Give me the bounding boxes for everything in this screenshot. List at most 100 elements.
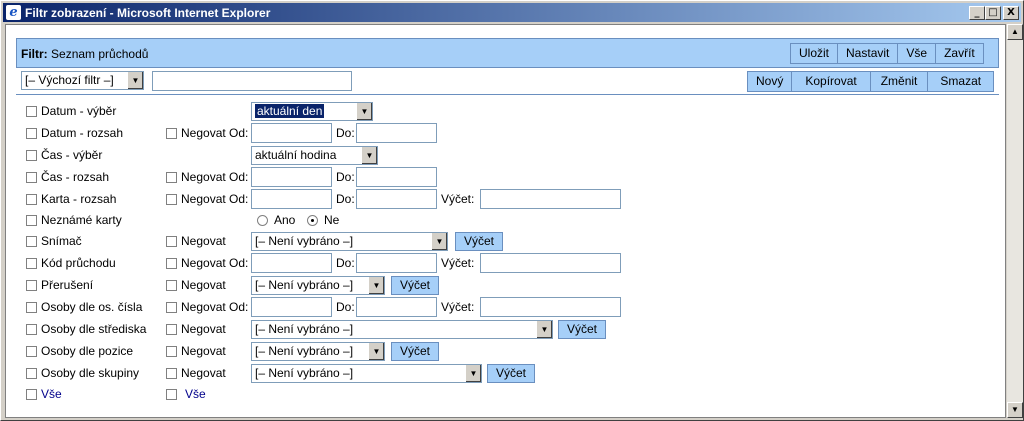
row-checkbox-osoby-cislo[interactable] [26,302,37,313]
new-button[interactable]: Nový [747,71,793,92]
negate-checkbox[interactable] [166,346,177,357]
date-select[interactable]: aktuální den ▼ [251,102,373,121]
row-label: Čas - rozsah [41,170,110,184]
page-content: Filtr: Seznam průchodů Uložit Nastavit V… [5,24,1006,418]
interruption-enum-button[interactable]: Výčet [391,276,440,295]
card-from-input[interactable] [251,189,332,209]
negate-from-label: Negovat Od: [181,300,249,314]
code-enum-input[interactable] [480,253,621,273]
negate-checkbox[interactable] [166,324,177,335]
chevron-down-icon: ▼ [356,103,372,120]
negate-checkbox[interactable] [166,280,177,291]
row-label: Kód průchodu [41,256,116,270]
row-checkbox-osoby-skupina[interactable] [26,368,37,379]
time-to-input[interactable] [356,167,437,187]
person-enum-input[interactable] [480,297,621,317]
row-checkbox-nezname-karty[interactable] [26,215,37,226]
row-label: Osoby dle skupiny [41,366,140,380]
row-label: Čas - výběr [41,148,103,162]
card-enum-input[interactable] [480,189,621,209]
negate-checkbox[interactable] [166,258,177,269]
delete-button[interactable]: Smazat [928,71,995,92]
radio-ano-label: Ano [274,213,296,227]
row-checkbox-osoby-pozice[interactable] [26,346,37,357]
interruption-select[interactable]: [– Není vybráno –] ▼ [251,276,385,295]
row-checkbox-kod-pruchodu[interactable] [26,258,37,269]
position-enum-button[interactable]: Výčet [391,342,440,361]
group-select[interactable]: [– Není vybráno –] ▼ [251,364,482,383]
scroll-up-icon[interactable]: ▲ [1007,24,1023,40]
negate-from-label: Negovat Od: [181,256,249,270]
save-button[interactable]: Uložit [790,43,839,64]
position-select-value: [– Není vybráno –] [255,344,354,358]
close-filter-button[interactable]: Zavřít [936,43,984,64]
row-checkbox-datum-vyber[interactable] [26,106,37,117]
row-label: Přerušení [41,278,94,292]
minimize-button[interactable]: _ [969,6,985,20]
row-label: Datum - výběr [41,104,117,118]
negate-all-checkbox[interactable] [166,389,177,400]
row-checkbox-cas-vyber[interactable] [26,150,37,161]
radio-ano[interactable] [257,215,268,226]
negate-label: Negovat [181,344,226,358]
row-checkbox-snimac[interactable] [26,236,37,247]
time-select[interactable]: aktuální hodina ▼ [251,146,378,165]
person-to-input[interactable] [356,297,437,317]
close-button[interactable]: X [1003,6,1019,20]
row-checkbox-osoby-stredisko[interactable] [26,324,37,335]
filter-toolbar: [– Výchozí filtr –] ▼ Nový Kopírovat Změ… [16,68,999,95]
edit-button[interactable]: Změnit [870,71,929,92]
reader-enum-button[interactable]: Výčet [455,232,504,251]
negate-checkbox[interactable] [166,236,177,247]
row-checkbox-datum-rozsah[interactable] [26,128,37,139]
negate-label: Negovat [181,322,226,336]
filter-header: Filtr: Seznam průchodů Uložit Nastavit V… [16,38,999,68]
negate-checkbox[interactable] [166,368,177,379]
date-to-input[interactable] [356,123,437,143]
code-to-input[interactable] [356,253,437,273]
row-checkbox-preruseni[interactable] [26,280,37,291]
department-select-value: [– Není vybráno –] [255,322,354,336]
filter-select[interactable]: [– Výchozí filtr –] ▼ [21,71,144,90]
all-button[interactable]: Vše [898,43,937,64]
department-enum-button[interactable]: Výčet [558,320,607,339]
vertical-scrollbar[interactable]: ▲ ▼ [1007,24,1023,418]
reader-select[interactable]: [– Není vybráno –] ▼ [251,232,448,251]
department-select[interactable]: [– Není vybráno –] ▼ [251,320,553,339]
enum-label: Výčet: [441,256,475,270]
group-enum-button[interactable]: Výčet [487,364,536,383]
person-from-input[interactable] [251,297,332,317]
toolbar-button-group: Nový Kopírovat Změnit Smazat [747,71,995,92]
to-label: Do: [336,170,355,184]
header-button-group: Uložit Nastavit Vše Zavřít [790,43,984,64]
negate-from-label: Negovat Od: [181,170,249,184]
select-all-checkbox[interactable] [26,389,37,400]
date-from-input[interactable] [251,123,332,143]
negate-checkbox[interactable] [166,128,177,139]
time-select-value: aktuální hodina [255,148,337,162]
negate-all-label[interactable]: Vše [185,387,206,401]
ie-icon: e [6,5,21,20]
time-from-input[interactable] [251,167,332,187]
row-checkbox-karta-rozsah[interactable] [26,194,37,205]
negate-checkbox[interactable] [166,302,177,313]
radio-ne[interactable] [307,215,318,226]
negate-checkbox[interactable] [166,172,177,183]
select-all-label[interactable]: Vše [41,387,62,401]
filter-title: Seznam průchodů [51,47,149,61]
copy-button[interactable]: Kopírovat [792,71,871,92]
scroll-down-icon[interactable]: ▼ [1007,402,1023,418]
negate-checkbox[interactable] [166,194,177,205]
maximize-button[interactable]: □ [985,6,1001,20]
chevron-down-icon: ▼ [127,72,143,89]
filter-name-input[interactable] [152,71,352,91]
row-checkbox-cas-rozsah[interactable] [26,172,37,183]
row-label: Osoby dle pozice [41,344,134,358]
card-to-input[interactable] [356,189,437,209]
apply-button[interactable]: Nastavit [838,43,899,64]
row-label: Snímač [41,234,82,248]
code-from-input[interactable] [251,253,332,273]
position-select[interactable]: [– Není vybráno –] ▼ [251,342,385,361]
negate-label: Negovat [181,366,226,380]
title-bar: e Filtr zobrazení - Microsoft Internet E… [3,3,1021,22]
